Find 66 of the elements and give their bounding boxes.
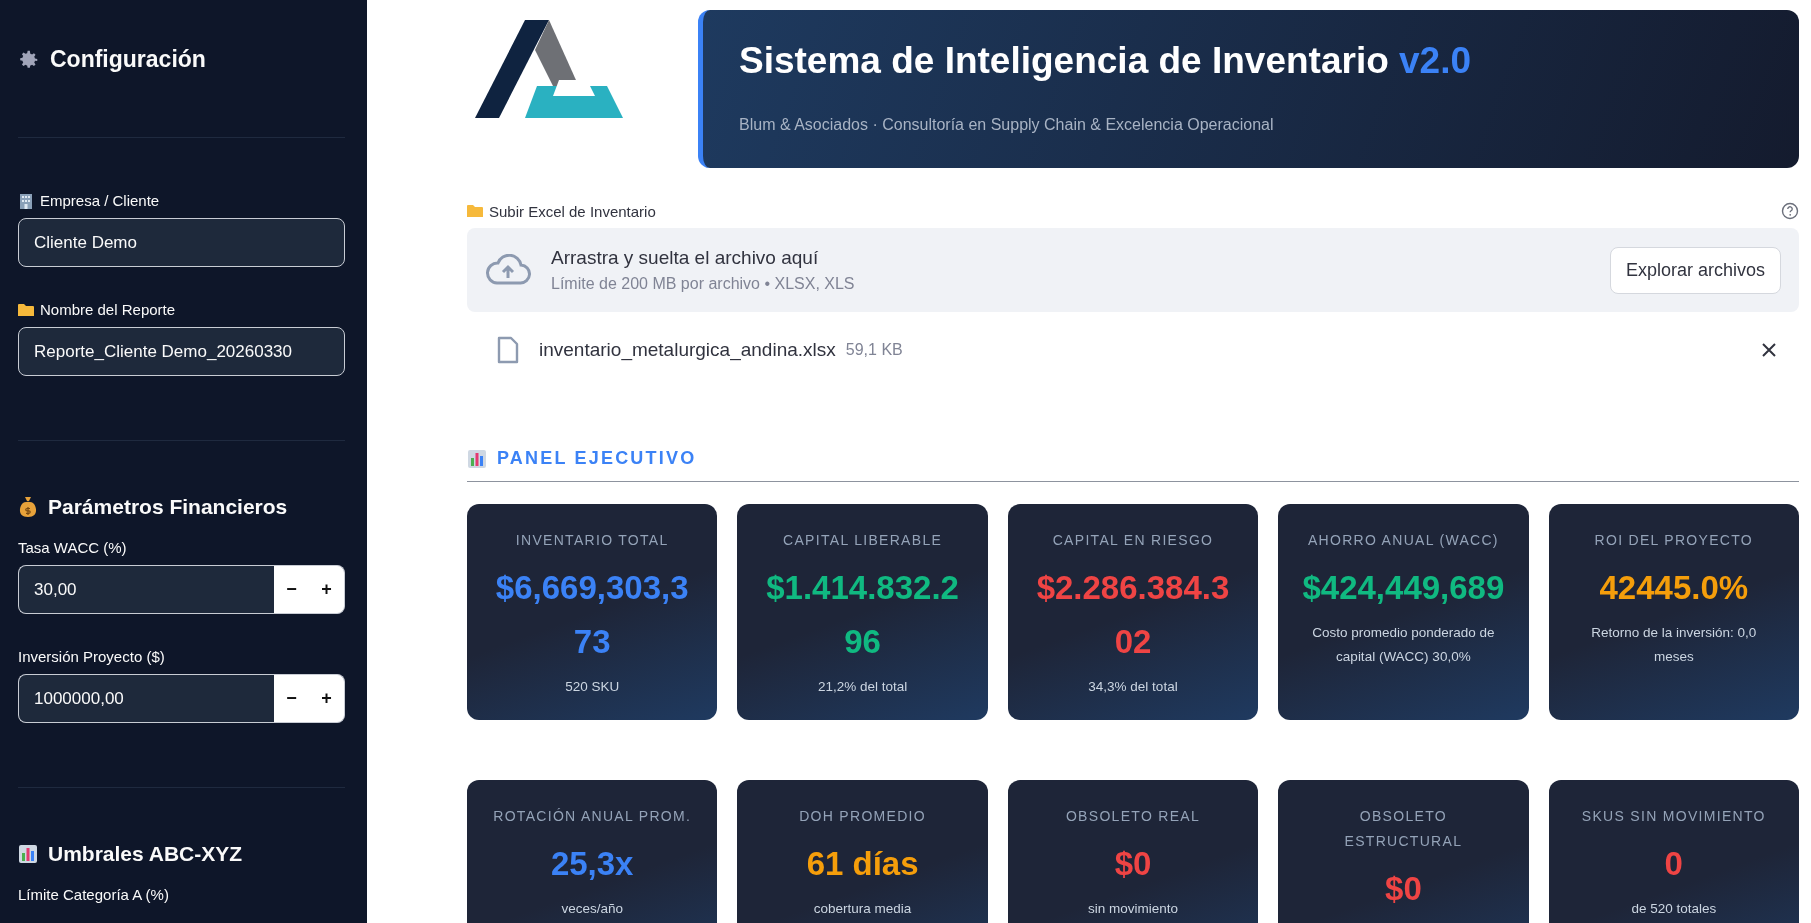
text-input[interactable]: Reporte_Cliente Demo_20260330 xyxy=(18,327,345,376)
text-input[interactable]: Cliente Demo xyxy=(18,218,345,267)
field-label: Nombre del Reporte xyxy=(40,301,176,318)
kpi-value: $2.286.384.302 xyxy=(1035,568,1231,662)
kpi-title: CAPITAL EN RIESGO xyxy=(1051,531,1215,550)
file-icon xyxy=(497,336,519,364)
kpi-value: $424,449,689 xyxy=(1302,568,1505,608)
close-icon[interactable] xyxy=(1761,342,1777,358)
kpi-title: OBSOLETO ESTRUCTURAL xyxy=(1343,807,1464,851)
uploader-label: Subir Excel de Inventario xyxy=(489,202,656,220)
decrement-button[interactable]: − xyxy=(274,565,309,614)
app-title: Sistema de Inteligencia de Inventario v2.0 xyxy=(739,40,1473,82)
section-title: Umbrales ABC-XYZ xyxy=(48,842,243,866)
field-label: Empresa / Cliente xyxy=(40,192,160,209)
kpi-title: DOH PROMEDIO xyxy=(798,807,927,826)
section-title: Parámetros Financieros xyxy=(48,495,288,519)
increment-button[interactable]: + xyxy=(309,674,345,723)
kpi-note: 21,2% del total xyxy=(816,678,909,696)
number-input[interactable]: 30,00 xyxy=(18,565,274,614)
sidebar-title: Configuración xyxy=(50,46,206,73)
cloud-upload-icon xyxy=(485,254,531,286)
gear-icon xyxy=(18,48,40,71)
kpi-note: Retorno de la inversión: 0,0 meses xyxy=(1590,624,1758,666)
kpi-value: 25,3x xyxy=(549,844,635,884)
help-icon[interactable] xyxy=(1781,202,1799,220)
drop-zone[interactable]: Arrastra y suelta el archivo aquí Límite de 200 MB por archivo • XLSX, XLS Explorar archivos xyxy=(467,228,1799,312)
kpi-value: 42445.0% xyxy=(1598,568,1750,608)
field-label: Límite Categoría A (%) xyxy=(18,886,170,903)
folder-icon xyxy=(18,302,34,317)
kpi-note: veces/año xyxy=(560,900,624,918)
kpi-title: CAPITAL LIBERABLE xyxy=(782,531,944,550)
kpi-note: Costo promedio ponderado de capital (WACC) 30,0% xyxy=(1311,624,1496,666)
kpi-note: 34,3% del total xyxy=(1087,678,1179,696)
bar-chart-icon xyxy=(467,448,487,469)
kpi-title: OBSOLETO REAL xyxy=(1064,807,1202,826)
kpi-note: sin movimiento xyxy=(1086,900,1179,918)
field-label: Tasa WACC (%) xyxy=(18,539,128,556)
kpi-title: SKUS SIN MOVIMIENTO xyxy=(1580,807,1767,826)
kpi-title: AHORRO ANUAL (WACC) xyxy=(1306,531,1500,550)
section-heading: PANEL EJECUTIVO xyxy=(497,448,697,469)
kpi-note: 520 SKU xyxy=(564,678,621,696)
folder-icon xyxy=(467,204,483,218)
kpi-title: ROI DEL PROYECTO xyxy=(1593,531,1755,550)
field-label: Inversión Proyecto ($) xyxy=(18,648,166,665)
kpi-note: cobertura media xyxy=(812,900,913,918)
kpi-value: $6,669,303,373 xyxy=(494,568,690,662)
kpi-value: 0 xyxy=(1663,844,1684,884)
file-name: inventario_metalurgica_andina.xlsx xyxy=(539,339,836,361)
kpi-title: INVENTARIO TOTAL xyxy=(514,531,670,550)
app-subtitle: Blum & Asociados · Consultoría en Supply Chain & Excelencia Operacional xyxy=(739,116,1275,134)
bar-chart-icon xyxy=(18,844,38,864)
kpi-title: ROTACIÓN ANUAL PROM. xyxy=(492,807,693,826)
kpi-note: de 520 totales xyxy=(1630,900,1718,918)
decrement-button[interactable]: − xyxy=(274,674,309,723)
money-bag-icon xyxy=(18,496,38,518)
kpi-value: $0 xyxy=(1113,844,1153,884)
building-icon xyxy=(18,192,34,209)
drop-hint: Límite de 200 MB por archivo • XLSX, XLS xyxy=(551,275,856,293)
number-input[interactable]: 1000000,00 xyxy=(18,674,274,723)
kpi-value: $0 xyxy=(1384,869,1423,909)
kpi-value: $1.414.832.296 xyxy=(765,568,960,662)
file-size: 59,1 KB xyxy=(845,341,903,359)
increment-button[interactable]: + xyxy=(309,565,345,614)
kpi-value: 61 días xyxy=(805,844,920,884)
browse-button[interactable]: Explorar archivos xyxy=(1609,246,1781,294)
drop-text: Arrastra y suelta el archivo aquí xyxy=(551,247,820,269)
